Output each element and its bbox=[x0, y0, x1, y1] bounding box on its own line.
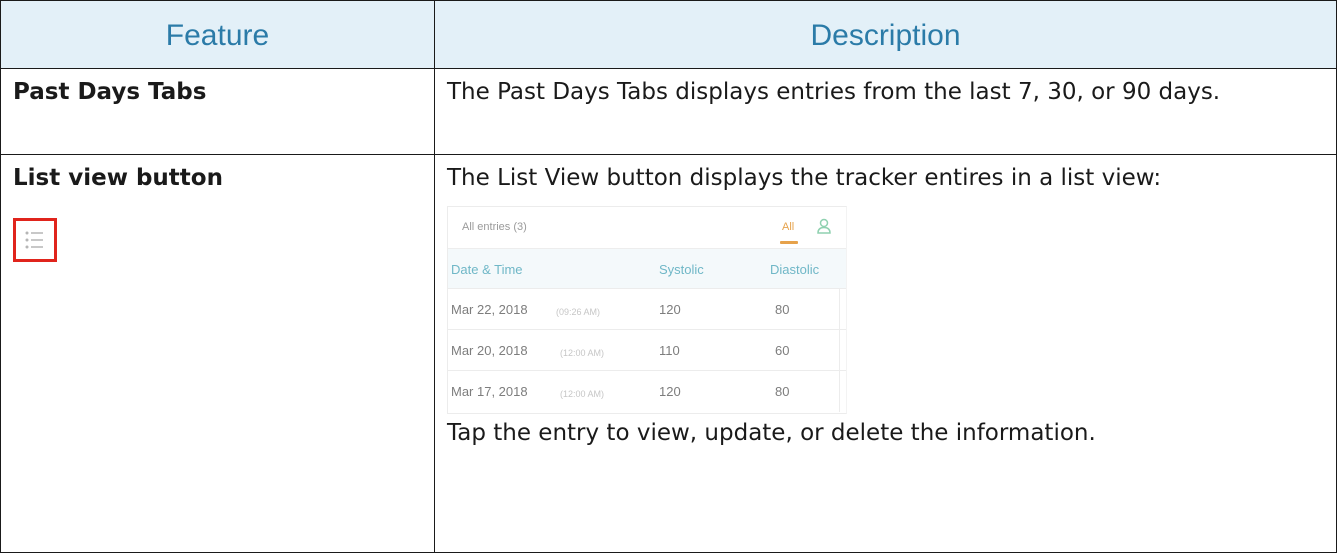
entry-diastolic: 80 bbox=[775, 302, 790, 317]
entry-time: (12:00 AM) bbox=[560, 389, 605, 399]
entry-diastolic: 80 bbox=[775, 384, 790, 399]
tab-all-underline bbox=[780, 241, 798, 244]
feature-description: The Past Days Tabs displays entries from… bbox=[447, 79, 1221, 105]
entries-title: All entries (3) bbox=[462, 221, 527, 233]
entry-systolic: 120 bbox=[659, 384, 681, 399]
entry-row: Mar 22, 2018 (09:26 AM) 120 80 bbox=[448, 289, 846, 330]
entry-diastolic: 60 bbox=[775, 343, 790, 358]
feature-name: Past Days Tabs bbox=[13, 79, 207, 105]
entry-row: Mar 17, 2018 (12:00 AM) 120 80 bbox=[448, 371, 846, 412]
row-divider bbox=[839, 289, 840, 329]
description-cell: The List View button displays the tracke… bbox=[434, 154, 1337, 553]
entry-date: Mar 22, 2018 bbox=[451, 302, 528, 317]
entry-date: Mar 20, 2018 bbox=[451, 343, 528, 358]
entry-systolic: 120 bbox=[659, 302, 681, 317]
entry-row: Mar 20, 2018 (12:00 AM) 110 60 bbox=[448, 330, 846, 371]
entry-time: (12:00 AM) bbox=[560, 348, 605, 358]
header-description: Description bbox=[434, 0, 1337, 69]
entry-date: Mar 17, 2018 bbox=[451, 384, 528, 399]
feature-cell: Past Days Tabs bbox=[0, 68, 435, 155]
tab-all: All bbox=[782, 221, 795, 233]
row-divider bbox=[839, 371, 840, 412]
table-row: Past Days Tabs The Past Days Tabs displa… bbox=[0, 68, 1337, 155]
row-divider bbox=[839, 330, 840, 370]
tap-entry-instruction: Tap the entry to view, update, or delete… bbox=[447, 420, 1096, 446]
table-header-row: Feature Description bbox=[0, 0, 1337, 69]
feature-description: The List View button displays the tracke… bbox=[447, 165, 1162, 191]
person-icon bbox=[817, 218, 831, 234]
list-view-button-highlight bbox=[13, 218, 57, 262]
feature-name: List view button bbox=[13, 165, 223, 191]
screenshot-column-headers: Date & Time Systolic Diastolic bbox=[448, 249, 846, 289]
header-feature: Feature bbox=[0, 0, 435, 69]
feature-table: Feature Description Past Days Tabs The P… bbox=[0, 0, 1337, 553]
column-systolic: Systolic bbox=[659, 262, 704, 277]
column-diastolic: Diastolic bbox=[770, 262, 820, 277]
list-icon bbox=[25, 231, 43, 249]
description-cell: The Past Days Tabs displays entries from… bbox=[434, 68, 1337, 155]
feature-cell: List view button bbox=[0, 154, 435, 553]
list-view-screenshot: All entries (3) All Date & Time Systolic… bbox=[447, 206, 847, 414]
screenshot-header: All entries (3) All bbox=[448, 207, 846, 249]
entry-systolic: 110 bbox=[659, 343, 680, 358]
entry-time: (09:26 AM) bbox=[556, 307, 601, 317]
table-row: List view button The List View button di… bbox=[0, 154, 1337, 553]
column-date-time: Date & Time bbox=[451, 262, 523, 277]
